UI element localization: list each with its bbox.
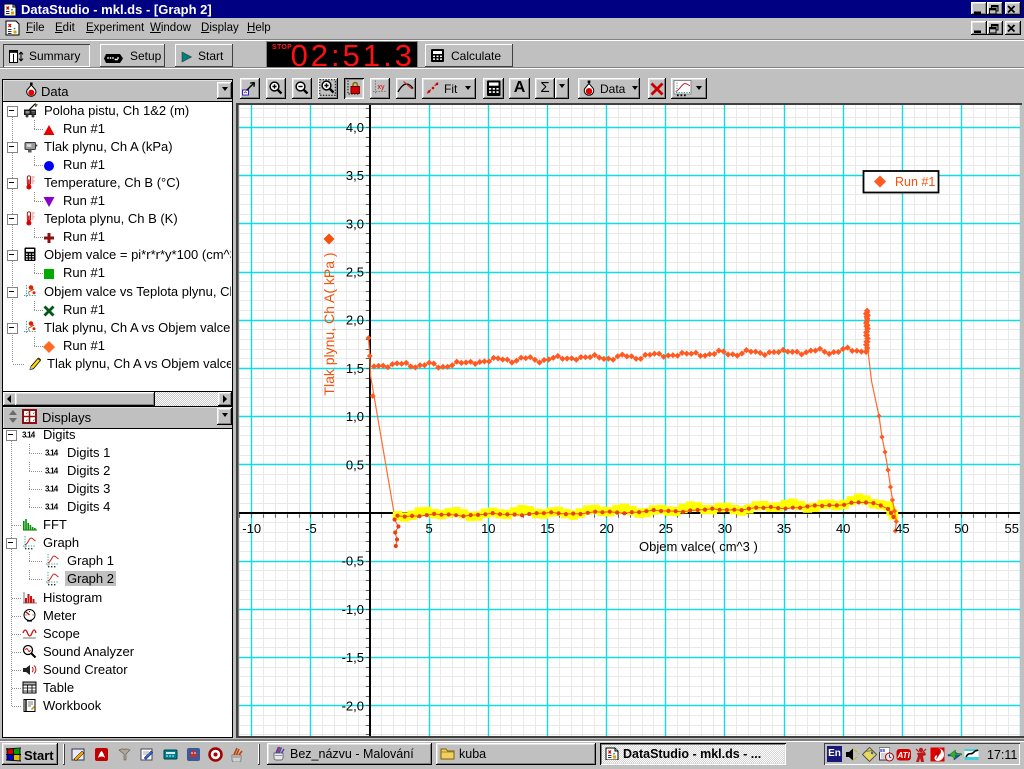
svg-text:3.14: 3.14 (45, 503, 59, 512)
svg-text:xy: xy (378, 84, 386, 91)
svg-text:0,5: 0,5 (346, 457, 364, 472)
svg-text:3,5: 3,5 (346, 168, 364, 183)
svg-text:50: 50 (954, 521, 968, 536)
svg-text:4,0: 4,0 (346, 120, 364, 135)
svg-text:35: 35 (777, 521, 791, 536)
svg-text:-2,0: -2,0 (342, 698, 364, 713)
svg-text:88: 88 (880, 748, 886, 753)
svg-text:5: 5 (425, 521, 432, 536)
svg-text:3.14: 3.14 (22, 431, 36, 440)
svg-text:-1,5: -1,5 (342, 650, 364, 665)
svg-text:40: 40 (836, 521, 850, 536)
svg-text:3,0: 3,0 (346, 216, 364, 231)
svg-text:3.14: 3.14 (45, 485, 59, 494)
svg-text:1,0: 1,0 (346, 409, 364, 424)
svg-text:-5: -5 (305, 521, 317, 536)
svg-text:15: 15 (540, 521, 554, 536)
svg-text:2,5: 2,5 (346, 265, 364, 280)
svg-text:-1,0: -1,0 (342, 602, 364, 617)
svg-text:3.14: 3.14 (45, 449, 59, 458)
svg-text:-10: -10 (242, 521, 261, 536)
svg-text:45: 45 (895, 521, 909, 536)
svg-text:10: 10 (481, 521, 495, 536)
svg-text:ATI: ATI (897, 751, 911, 760)
svg-text:Objem valce( cm^3 ): Objem valce( cm^3 ) (639, 539, 758, 554)
svg-text:-0,5: -0,5 (342, 554, 364, 569)
svg-text:3.14: 3.14 (45, 467, 59, 476)
svg-text:25: 25 (659, 521, 673, 536)
svg-text:2,0: 2,0 (346, 313, 364, 328)
svg-text:20: 20 (599, 521, 613, 536)
svg-text:30: 30 (718, 521, 732, 536)
svg-text:1,5: 1,5 (346, 361, 364, 376)
svg-text:Tlak plynu, Ch A( kPa ): Tlak plynu, Ch A( kPa ) (321, 252, 337, 395)
svg-text:55: 55 (1005, 521, 1019, 536)
svg-text:Run #1: Run #1 (895, 175, 935, 189)
